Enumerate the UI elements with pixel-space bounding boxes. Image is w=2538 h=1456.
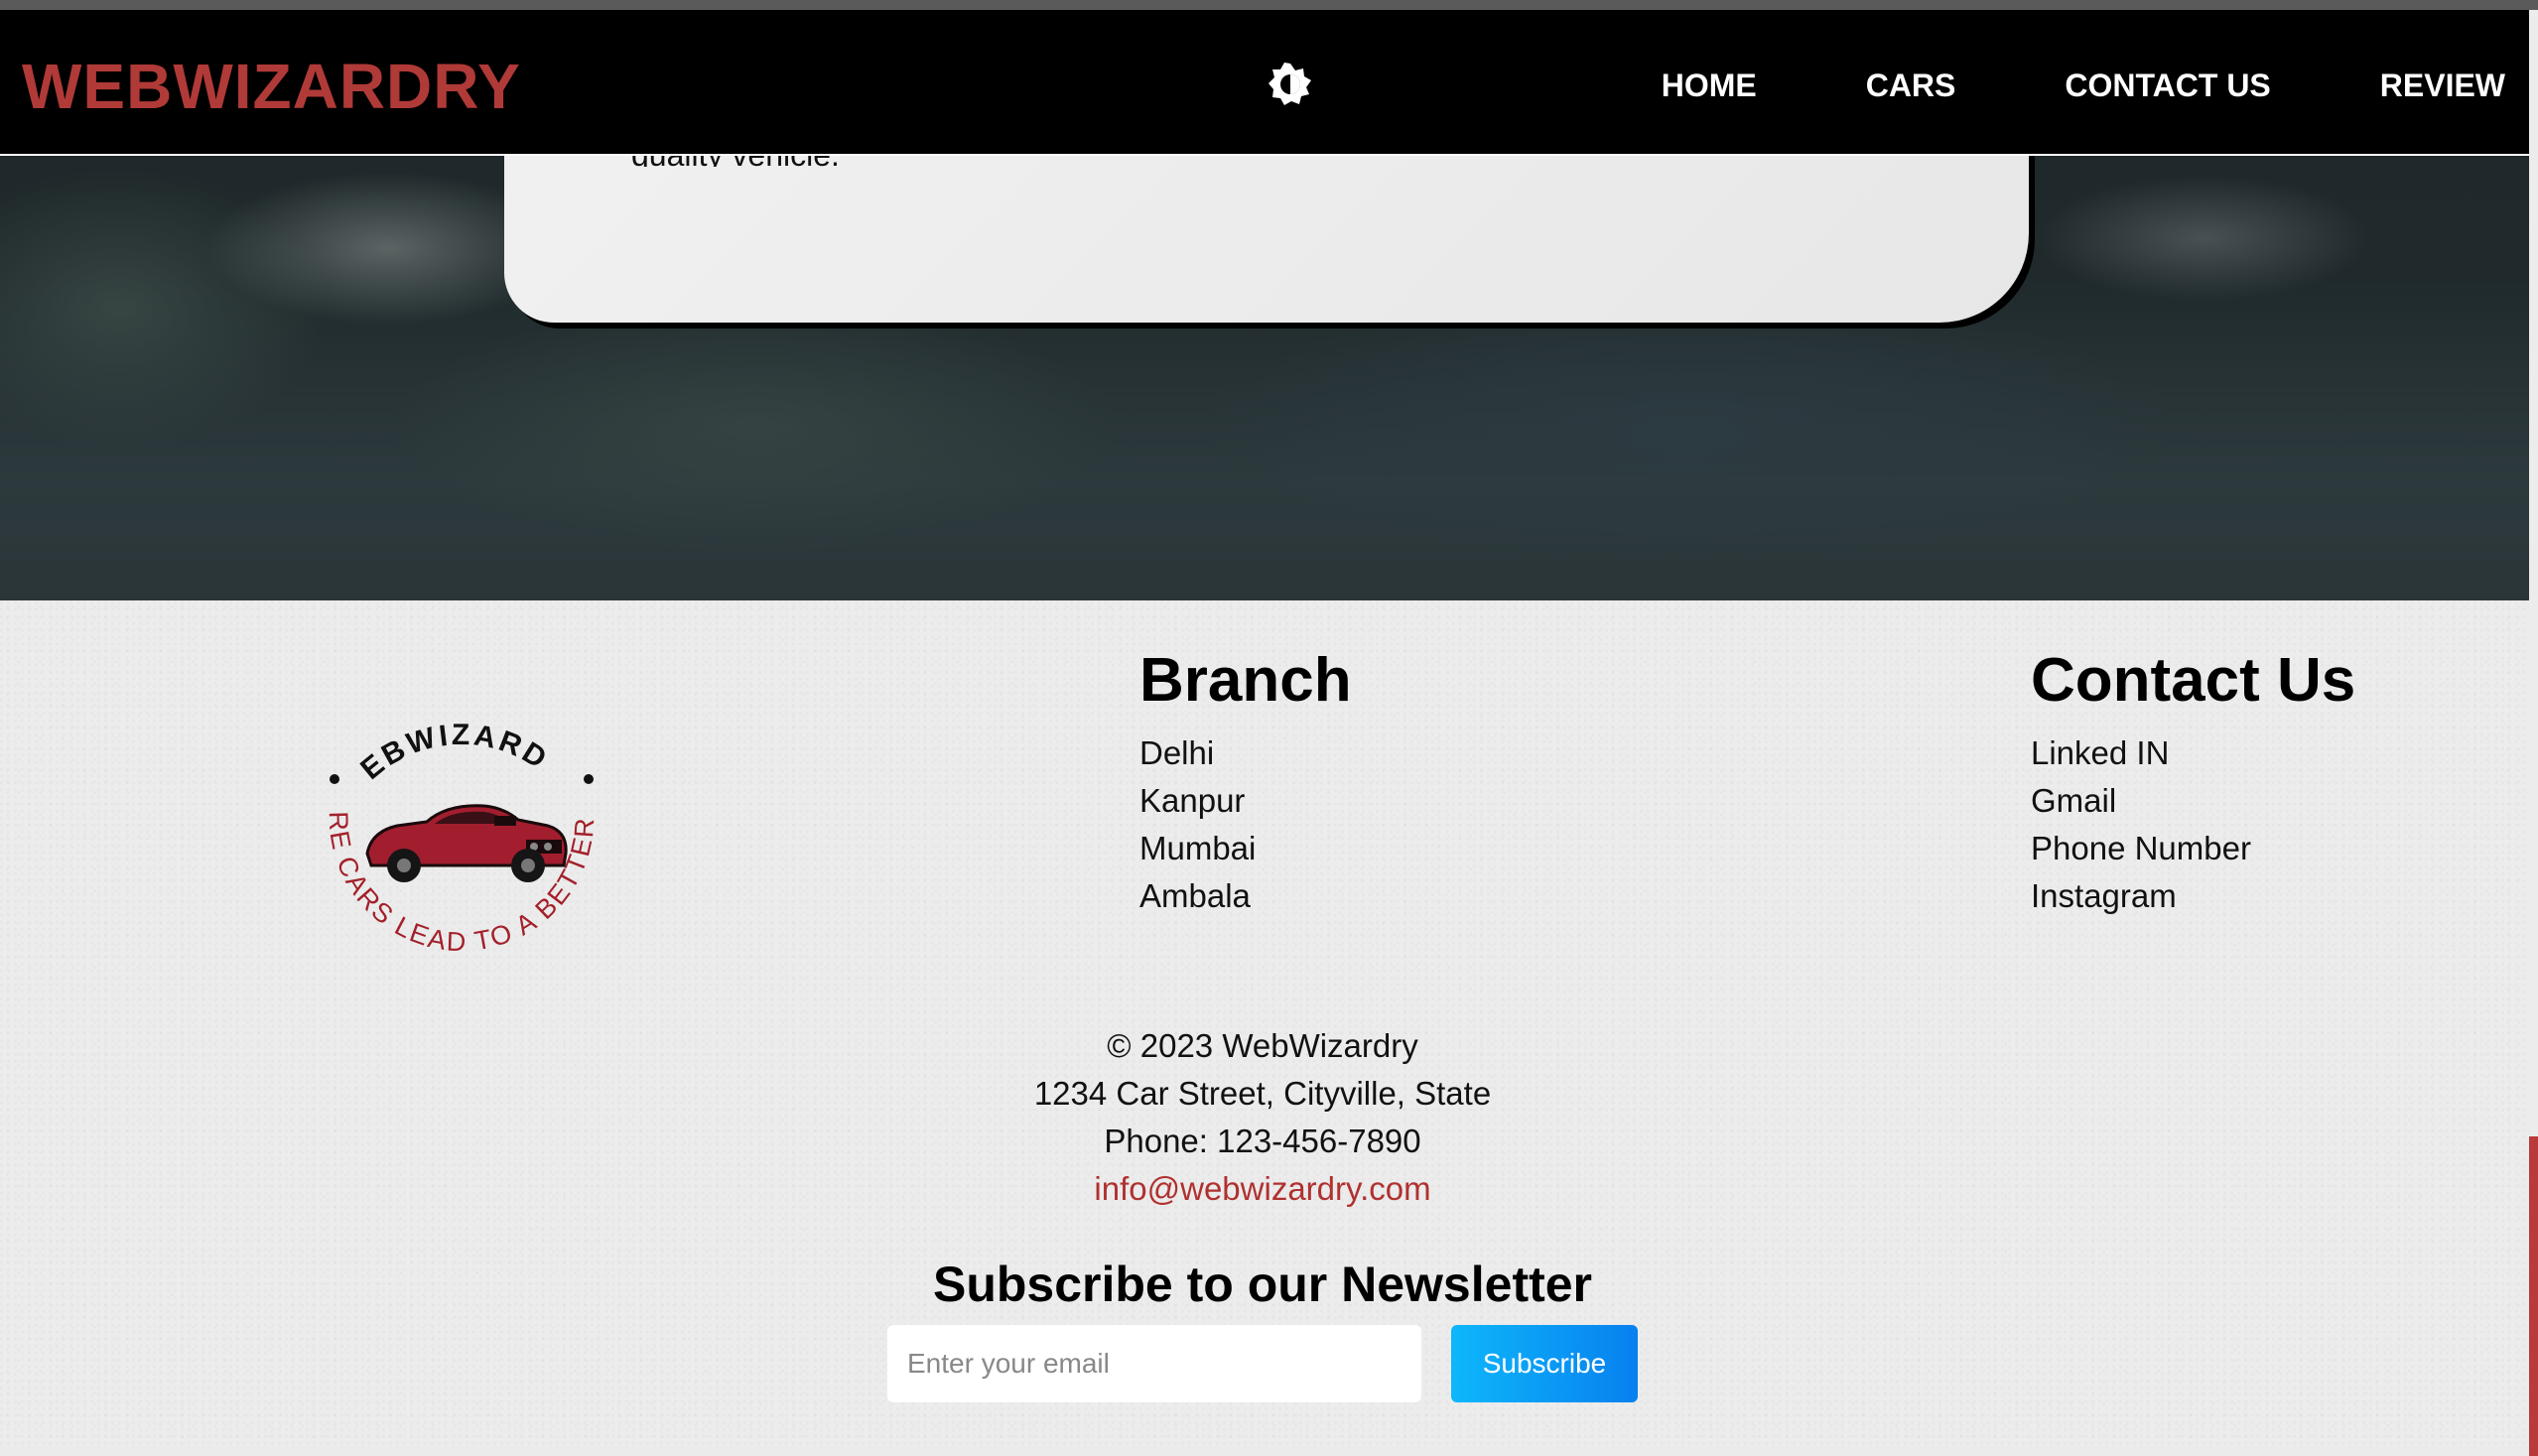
logo-top-text: WEBWIZARDRY — [272, 619, 551, 786]
copyright-text: © 2023 WebWizardry — [1107, 1027, 1418, 1064]
branch-item[interactable]: Delhi — [1139, 729, 1256, 777]
newsletter-email-input[interactable] — [887, 1325, 1421, 1402]
car-icon — [365, 804, 568, 882]
branch-list: Delhi Kanpur Mumbai Ambala — [1139, 729, 1256, 920]
navbar: WEBWIZARDRY HOME CARS CONTACT US REVIEW — [0, 10, 2529, 156]
branch-item[interactable]: Kanpur — [1139, 777, 1256, 825]
main-nav: HOME CARS CONTACT US REVIEW — [1662, 67, 2505, 104]
address-text: 1234 Car Street, Cityville, State — [1033, 1075, 1492, 1112]
nav-review[interactable]: REVIEW — [2380, 67, 2505, 104]
phone-text: Phone: 123-456-7890 — [1104, 1123, 1421, 1159]
brand-logo-text[interactable]: WEBWIZARDRY — [22, 50, 521, 123]
svg-text:WEBWIZARDRY: WEBWIZARDRY — [288, 645, 555, 786]
footer-info: © 2023 WebWizardry 1234 Car Street, City… — [0, 1022, 2525, 1213]
brightness-icon[interactable] — [1268, 62, 1313, 107]
footer: WEBWIZARDRY WHERE CARS LEAD TO A BETTER … — [0, 600, 2529, 1446]
nav-home[interactable]: HOME — [1662, 67, 1757, 104]
contact-item-phone[interactable]: Phone Number — [2031, 825, 2251, 872]
email-link[interactable]: info@webwizardry.com — [1094, 1170, 1430, 1207]
svg-text:WHERE CARS LEAD TO A BETTER LI: WHERE CARS LEAD TO A BETTER LIFE — [288, 645, 600, 957]
window-top-edge — [0, 0, 2538, 10]
company-logo: WEBWIZARDRY WHERE CARS LEAD TO A BETTER … — [272, 619, 635, 993]
nav-cars[interactable]: CARS — [1866, 67, 1956, 104]
scrollbar-track[interactable] — [2529, 10, 2538, 1456]
logo-bottom-text: WHERE CARS LEAD TO A BETTER LIFE — [274, 621, 598, 957]
subscribe-button[interactable]: Subscribe — [1451, 1325, 1638, 1402]
scrollbar-thumb[interactable] — [2529, 1136, 2538, 1456]
newsletter-title: Subscribe to our Newsletter — [932, 1257, 1593, 1312]
branch-item[interactable]: Ambala — [1139, 872, 1256, 920]
contact-item-linkedin[interactable]: Linked IN — [2031, 729, 2251, 777]
contact-list: Linked IN Gmail Phone Number Instagram — [2031, 729, 2251, 920]
contact-title: Contact Us — [2031, 646, 2356, 715]
branch-title: Branch — [1139, 646, 1352, 715]
contact-item-gmail[interactable]: Gmail — [2031, 777, 2251, 825]
nav-contact-us[interactable]: CONTACT US — [2065, 67, 2270, 104]
contact-item-instagram[interactable]: Instagram — [2031, 872, 2251, 920]
branch-item[interactable]: Mumbai — [1139, 825, 1256, 872]
